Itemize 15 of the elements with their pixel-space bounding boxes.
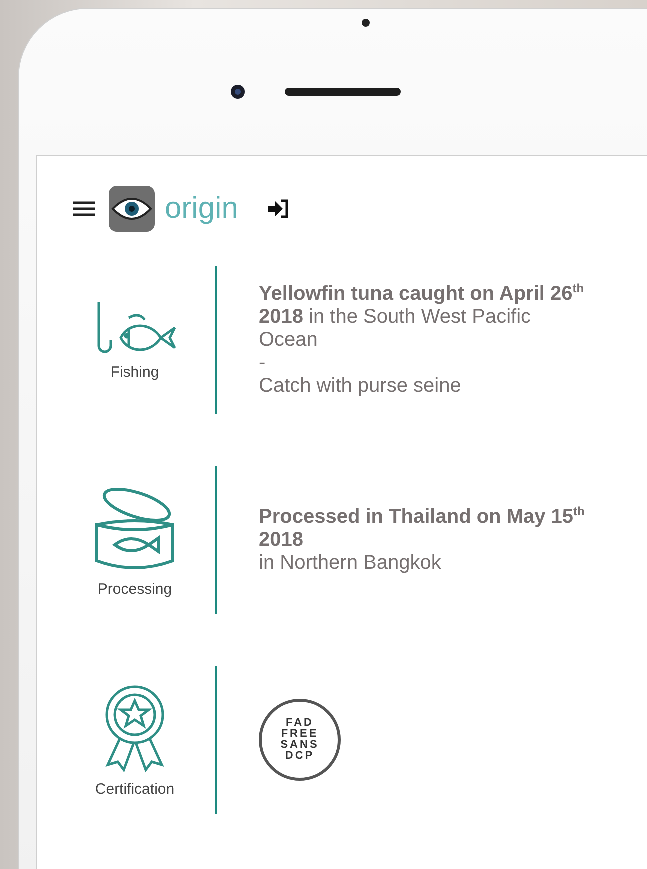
- speaker-grille-icon: [285, 88, 401, 96]
- sign-in-icon[interactable]: [268, 199, 290, 219]
- step-label: Certification: [95, 780, 175, 798]
- menu-icon[interactable]: [73, 201, 95, 217]
- eye-logo-icon: [109, 186, 155, 232]
- sensor-dot-icon: [362, 19, 370, 27]
- step-label: Fishing: [110, 364, 160, 380]
- front-camera-icon: [230, 84, 246, 100]
- step-description: Yellowfin tuna caught on April 26$^{th}$ 2018 in the South West Pacific Ocean: [259, 282, 586, 352]
- step-description: in Northern Bangkok: [259, 552, 442, 574]
- step-description: Catch with purse seine: [259, 374, 462, 398]
- brand-name: origin: [165, 192, 238, 226]
- step-description: -: [259, 352, 267, 374]
- certification-seal: FAD FREE SANS DCP: [259, 699, 341, 781]
- step-label: Processing: [98, 580, 172, 598]
